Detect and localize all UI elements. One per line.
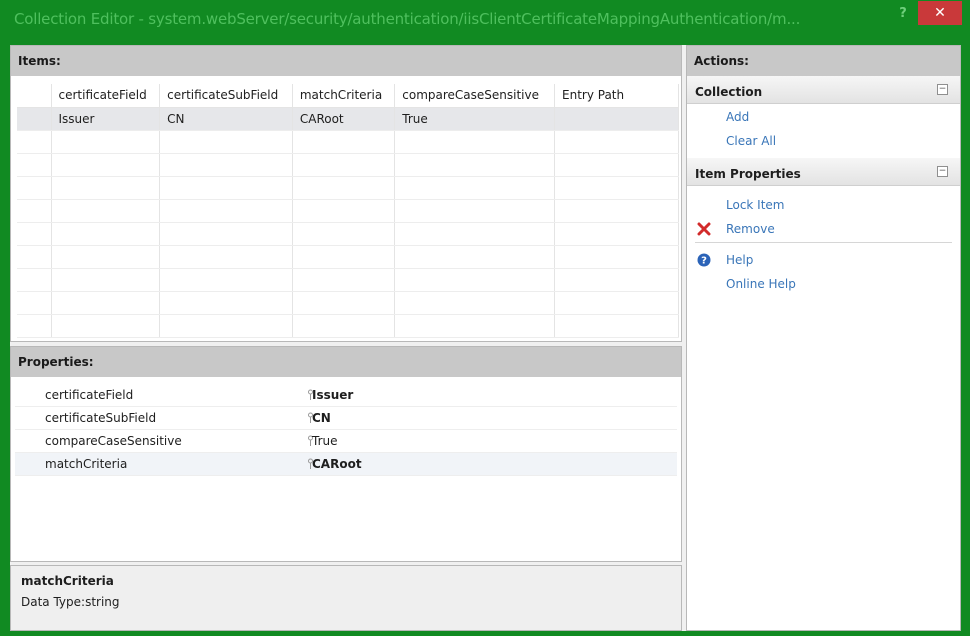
row-header-cell [17, 107, 52, 131]
items-panel: Items: certificateField certificateSubFi… [10, 45, 682, 342]
close-button[interactable]: ✕ [918, 1, 962, 25]
help-button[interactable]: ? [893, 6, 913, 24]
section-title: Item Properties [695, 167, 801, 181]
empty-row [17, 222, 679, 246]
column-header[interactable]: certificateField [51, 84, 161, 108]
properties-panel: Properties: certificateField Issuer cert… [10, 346, 682, 562]
column-header[interactable]: Entry Path [554, 84, 679, 108]
description-title: matchCriteria [21, 574, 114, 588]
actions-header: Actions: [687, 46, 960, 76]
items-grid[interactable]: certificateField certificateSubField mat… [17, 84, 679, 338]
action-label: Remove [726, 222, 775, 236]
property-name: matchCriteria [45, 457, 128, 471]
column-header[interactable]: certificateSubField [159, 84, 293, 108]
property-row[interactable]: matchCriteria CARoot [15, 453, 677, 476]
actions-panel: Actions: Collection − Add Clear All Item… [686, 45, 961, 631]
item-properties-section-header[interactable]: Item Properties − [687, 158, 960, 186]
property-row[interactable]: compareCaseSensitive True [15, 430, 677, 453]
property-value[interactable]: CARoot [312, 457, 362, 471]
section-title: Collection [695, 85, 763, 99]
lock-item-action[interactable]: Lock Item [687, 192, 960, 216]
empty-row [17, 268, 679, 292]
empty-row [17, 153, 679, 177]
items-header: Items: [11, 46, 681, 76]
collapse-icon[interactable]: − [937, 166, 948, 177]
description-type: Data Type:string [21, 595, 120, 609]
empty-row [17, 199, 679, 223]
collection-editor-window: Collection Editor - system.webServer/sec… [0, 0, 970, 636]
empty-row [17, 176, 679, 200]
window-title: Collection Editor - system.webServer/sec… [14, 10, 801, 28]
property-name: certificateSubField [45, 411, 157, 425]
remove-icon [697, 222, 711, 236]
property-name: certificateField [45, 388, 134, 402]
separator [695, 242, 952, 243]
column-header[interactable]: compareCaseSensitive [394, 84, 555, 108]
empty-row [17, 245, 679, 269]
cell-entry-path[interactable] [554, 107, 679, 131]
cell-certificate-subfield[interactable]: CN [159, 107, 293, 131]
property-grid[interactable]: certificateField Issuer certificateSubFi… [15, 384, 677, 476]
help-icon: ? [697, 253, 711, 267]
property-value[interactable]: CN [312, 411, 331, 425]
action-label: Online Help [726, 277, 796, 291]
property-value[interactable]: True [312, 434, 338, 448]
cell-compare-case-sensitive[interactable]: True [394, 107, 555, 131]
property-row[interactable]: certificateField Issuer [15, 384, 677, 407]
property-row[interactable]: certificateSubField CN [15, 407, 677, 430]
empty-row [17, 130, 679, 154]
client-area: Items: certificateField certificateSubFi… [10, 45, 961, 631]
cell-certificate-field[interactable]: Issuer [51, 107, 161, 131]
online-help-action[interactable]: Online Help [687, 271, 960, 295]
empty-row [17, 314, 679, 338]
action-label: Lock Item [726, 198, 785, 212]
help-action[interactable]: ? Help [687, 247, 960, 271]
properties-header: Properties: [11, 347, 681, 377]
empty-row [17, 291, 679, 315]
action-label: Clear All [726, 134, 777, 148]
row-header-cell [17, 84, 52, 108]
clear-all-action[interactable]: Clear All [687, 128, 960, 152]
remove-action[interactable]: Remove [687, 216, 960, 240]
svg-text:?: ? [701, 256, 707, 267]
collection-section-header[interactable]: Collection − [687, 76, 960, 104]
add-action[interactable]: Add [687, 104, 960, 128]
action-label: Help [726, 253, 754, 267]
title-bar[interactable]: Collection Editor - system.webServer/sec… [0, 0, 970, 38]
property-name: compareCaseSensitive [45, 434, 182, 448]
description-panel: matchCriteria Data Type:string [10, 565, 682, 631]
grid-header-row: certificateField certificateSubField mat… [17, 84, 679, 108]
table-row[interactable]: Issuer CN CARoot True [17, 107, 679, 131]
property-value[interactable]: Issuer [312, 388, 353, 402]
action-label: Add [726, 110, 750, 124]
collapse-icon[interactable]: − [937, 84, 948, 95]
cell-match-criteria[interactable]: CARoot [292, 107, 396, 131]
column-header[interactable]: matchCriteria [292, 84, 396, 108]
